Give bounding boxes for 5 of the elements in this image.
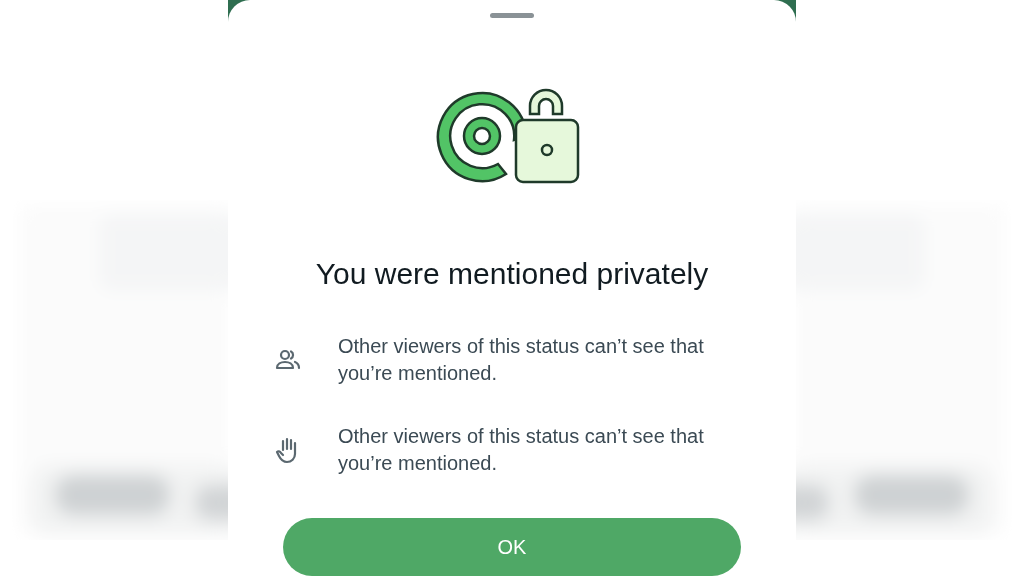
- ok-button[interactable]: OK: [283, 518, 741, 576]
- drag-handle[interactable]: [490, 13, 534, 18]
- info-text: Other viewers of this status can’t see that you’re mentioned.: [338, 334, 705, 386]
- info-text: Other viewers of this status can’t see that you’re mentioned.: [338, 424, 705, 476]
- dialog-title: You were mentioned privately: [315, 256, 709, 292]
